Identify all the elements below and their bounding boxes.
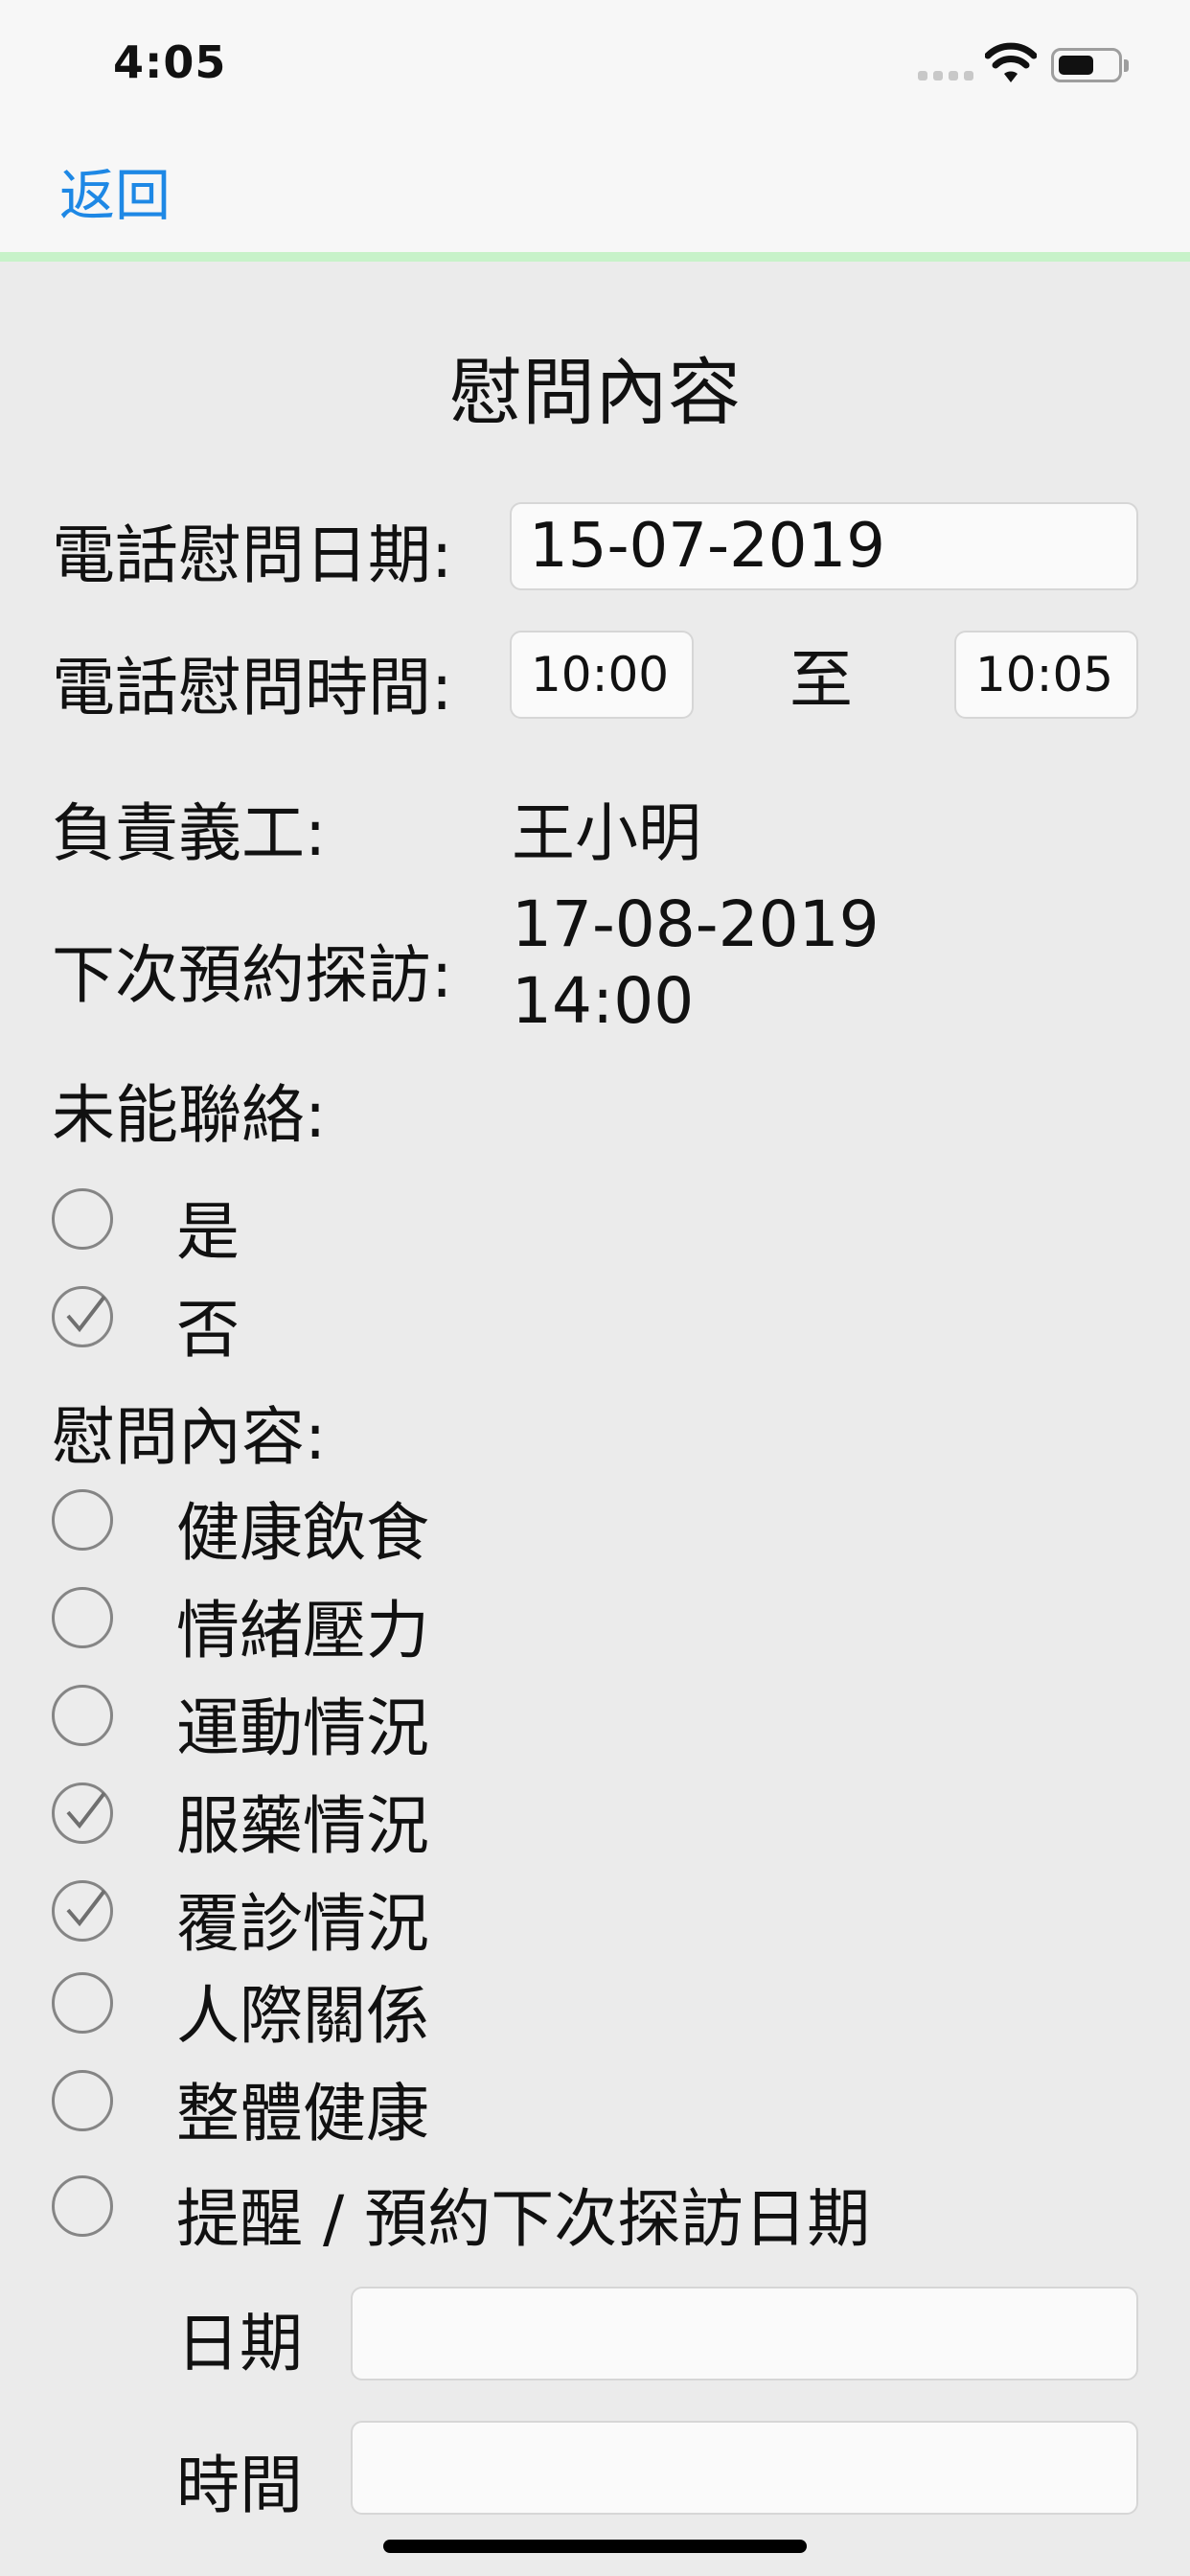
volunteer-label: 負責義工: (52, 796, 327, 870)
call-date-value: 15-07-2019 (529, 511, 885, 582)
volunteer-value: 王小明 (512, 796, 701, 870)
nav-divider (0, 252, 1190, 262)
content-option-label: 人際關係 (176, 1979, 429, 2053)
unreachable-yes-radio[interactable] (52, 1188, 113, 1250)
next-visit-label: 下次預約探訪: (52, 938, 453, 1012)
call-time-to-label: 至 (790, 643, 853, 717)
content-option-label: 情緒壓力 (176, 1594, 429, 1668)
home-indicator[interactable] (383, 2540, 807, 2553)
call-time-from-field[interactable]: 10:00 (510, 631, 694, 719)
page-title: 慰問內容 (449, 350, 741, 435)
status-bar: 4:05 (0, 0, 1190, 129)
checkmark-icon (66, 1295, 106, 1333)
checkmark-icon (66, 1889, 106, 1927)
battery-icon (1051, 48, 1129, 82)
call-time-to-field[interactable]: 10:05 (954, 631, 1138, 719)
content-option-label: 覆診情況 (176, 1887, 429, 1961)
reminder-date-field[interactable] (351, 2287, 1138, 2380)
content-option-radio-reminder[interactable] (52, 2175, 113, 2237)
unreachable-no-radio[interactable] (52, 1286, 113, 1347)
content-label: 慰問內容: (52, 1400, 327, 1474)
content-option-label: 整體健康 (176, 2077, 429, 2150)
content-option-label: 運動情況 (176, 1691, 429, 1765)
back-button[interactable]: 返回 (59, 150, 171, 231)
status-time: 4:05 (113, 36, 227, 88)
unreachable-no-label: 否 (176, 1293, 240, 1367)
content-option-radio-relationships[interactable] (52, 1972, 113, 2034)
call-time-from-value: 10:00 (531, 647, 670, 702)
next-visit-time: 14:00 (512, 964, 695, 1038)
content-option-radio-healthy-diet[interactable] (52, 1489, 113, 1551)
content-option-label: 提醒 / 預約下次探訪日期 (176, 2182, 871, 2256)
content-option-radio-follow-up[interactable] (52, 1880, 113, 1942)
reminder-time-label: 時間 (176, 2449, 303, 2522)
call-time-label: 電話慰問時間: (52, 651, 453, 724)
call-date-field[interactable]: 15-07-2019 (510, 502, 1138, 590)
checkmark-icon (66, 1791, 106, 1829)
unreachable-yes-label: 是 (176, 1195, 240, 1269)
content-option-radio-exercise[interactable] (52, 1685, 113, 1746)
call-date-label: 電話慰問日期: (52, 518, 453, 592)
wifi-icon (985, 42, 1037, 82)
content-option-radio-emotional-stress[interactable] (52, 1587, 113, 1648)
reminder-time-field[interactable] (351, 2421, 1138, 2515)
content-option-label: 健康飲食 (176, 1496, 429, 1570)
reminder-date-label: 日期 (176, 2307, 303, 2380)
cellular-signal-icon (918, 71, 973, 80)
next-visit-date: 17-08-2019 (512, 887, 880, 961)
content-option-radio-overall-health[interactable] (52, 2070, 113, 2131)
unreachable-label: 未能聯絡: (52, 1078, 327, 1152)
content-option-label: 服藥情況 (176, 1789, 429, 1863)
content-option-radio-medication[interactable] (52, 1782, 113, 1844)
navigation-bar: 返回 (0, 129, 1190, 252)
call-time-to-value: 10:05 (975, 647, 1114, 702)
